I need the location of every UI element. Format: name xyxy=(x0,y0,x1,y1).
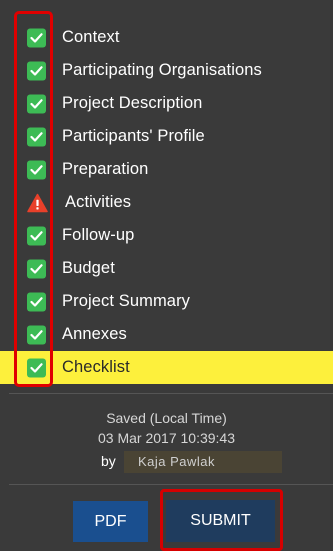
saved-info: Saved (Local Time) 03 Mar 2017 10:39:43 … xyxy=(0,408,333,473)
nav-item-label: Activities xyxy=(65,193,132,211)
nav-item-label: Preparation xyxy=(62,160,149,178)
nav-item-activities[interactable]: Activities xyxy=(0,186,333,219)
check-square-icon xyxy=(27,259,46,278)
nav-item-context[interactable]: Context xyxy=(0,21,333,54)
submit-button[interactable]: SUBMIT xyxy=(166,500,275,542)
nav-item-label: Budget xyxy=(62,259,115,277)
nav-item-label: Participants' Profile xyxy=(62,127,205,145)
check-square-icon xyxy=(27,28,46,47)
nav-item-label: Context xyxy=(62,28,120,46)
check-square-icon xyxy=(27,160,46,179)
check-square-icon xyxy=(27,358,46,377)
nav-item-preparation[interactable]: Preparation xyxy=(0,153,333,186)
check-square-icon xyxy=(27,226,46,245)
nav-item-label: Annexes xyxy=(62,325,127,343)
sidebar: Context Participating Organisations Proj… xyxy=(0,0,333,551)
nav-item-label: Checklist xyxy=(62,358,130,376)
saved-by-user: Kaja Pawlak xyxy=(124,451,282,473)
check-square-icon xyxy=(27,325,46,344)
pdf-button[interactable]: PDF xyxy=(73,501,148,542)
nav-item-label: Follow-up xyxy=(62,226,135,244)
nav-item-follow-up[interactable]: Follow-up xyxy=(0,219,333,252)
divider xyxy=(9,393,333,394)
nav-item-label: Participating Organisations xyxy=(62,61,262,79)
check-square-icon xyxy=(27,292,46,311)
nav-item-label: Project Summary xyxy=(62,292,191,310)
nav-item-participants-profile[interactable]: Participants' Profile xyxy=(0,120,333,153)
nav-item-budget[interactable]: Budget xyxy=(0,252,333,285)
nav-item-participating-organisations[interactable]: Participating Organisations xyxy=(0,54,333,87)
nav-item-annexes[interactable]: Annexes xyxy=(0,318,333,351)
saved-datetime: 03 Mar 2017 10:39:43 xyxy=(98,430,235,446)
check-square-icon xyxy=(27,94,46,113)
saved-heading: Saved (Local Time) xyxy=(106,410,227,426)
nav-item-checklist[interactable]: Checklist xyxy=(0,351,333,384)
nav-item-label: Project Description xyxy=(62,94,203,112)
nav-item-project-summary[interactable]: Project Summary xyxy=(0,285,333,318)
check-square-icon xyxy=(27,127,46,146)
warning-triangle-icon xyxy=(27,193,48,212)
nav-item-project-description[interactable]: Project Description xyxy=(0,87,333,120)
divider xyxy=(9,484,333,485)
check-square-icon xyxy=(27,61,46,80)
saved-by-label: by xyxy=(101,453,116,469)
